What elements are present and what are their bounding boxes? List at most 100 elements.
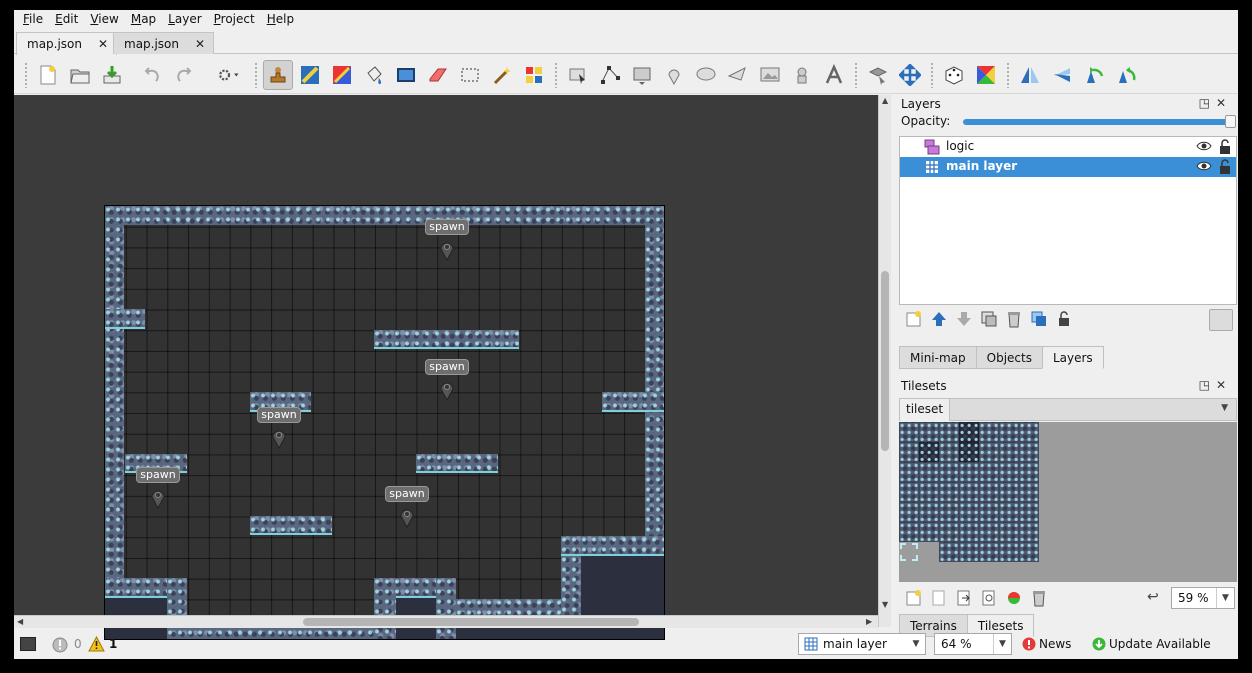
magic-wand-icon[interactable] bbox=[487, 60, 517, 90]
layer-row-logic[interactable]: logic bbox=[900, 137, 1236, 157]
dynamic-wrapping-icon[interactable]: ↩ bbox=[1147, 589, 1159, 605]
tileset-tile[interactable] bbox=[939, 482, 959, 502]
update-available-button[interactable]: Update Available bbox=[1109, 637, 1211, 651]
chevron-down-icon[interactable]: ▼ bbox=[993, 634, 1011, 654]
tileset-tile[interactable] bbox=[979, 422, 999, 442]
tileset-tile[interactable] bbox=[999, 442, 1019, 462]
toolbar-grip[interactable] bbox=[930, 61, 934, 88]
scroll-left-icon[interactable]: ◀ bbox=[17, 617, 23, 626]
tileset-tile[interactable] bbox=[919, 442, 939, 462]
spawn-object[interactable]: spawn bbox=[136, 467, 180, 513]
tileset-tile[interactable] bbox=[999, 422, 1019, 442]
tileset-tile[interactable] bbox=[959, 502, 979, 522]
scroll-thumb[interactable] bbox=[303, 618, 639, 626]
tileset-tile[interactable] bbox=[939, 502, 959, 522]
eye-icon[interactable] bbox=[1196, 160, 1212, 172]
tileset-tile[interactable] bbox=[979, 442, 999, 462]
insert-point-icon[interactable] bbox=[659, 60, 689, 90]
tileset-tile[interactable] bbox=[899, 482, 919, 502]
menu-view[interactable]: View bbox=[84, 10, 124, 30]
tileset-tile[interactable] bbox=[959, 522, 979, 542]
layer-select-icon[interactable] bbox=[863, 60, 893, 90]
console-icon[interactable] bbox=[20, 637, 36, 651]
tileset-tile[interactable] bbox=[999, 522, 1019, 542]
tileset-tile[interactable] bbox=[999, 482, 1019, 502]
tileset-tile[interactable] bbox=[959, 422, 979, 442]
wang-brush-icon[interactable] bbox=[327, 60, 357, 90]
menu-help[interactable]: Help bbox=[261, 10, 300, 30]
tileset-view[interactable] bbox=[899, 422, 1237, 582]
tileset-properties-icon[interactable] bbox=[976, 587, 1001, 609]
lock-icon[interactable] bbox=[1218, 139, 1232, 155]
close-icon[interactable]: ✕ bbox=[195, 37, 205, 51]
news-button[interactable]: News bbox=[1039, 637, 1071, 651]
bucket-fill-icon[interactable] bbox=[359, 60, 389, 90]
lock-icon[interactable] bbox=[1218, 159, 1232, 175]
float-icon[interactable]: ◳ bbox=[1199, 378, 1216, 392]
spawn-object[interactable]: spawn bbox=[385, 486, 429, 532]
flip-horizontal-icon[interactable] bbox=[1015, 60, 1045, 90]
tileset-tile[interactable] bbox=[999, 502, 1019, 522]
insert-rectangle-icon[interactable] bbox=[627, 60, 657, 90]
close-icon[interactable]: ✕ bbox=[98, 37, 108, 51]
close-icon[interactable]: ✕ bbox=[1216, 96, 1232, 110]
edit-terrain-icon[interactable] bbox=[1001, 587, 1026, 609]
zoom-combo[interactable]: 64 % ▼ bbox=[934, 633, 1012, 655]
tab-layers[interactable]: Layers bbox=[1041, 346, 1104, 369]
menu-layer[interactable]: Layer bbox=[162, 10, 207, 30]
insert-template-icon[interactable] bbox=[787, 60, 817, 90]
insert-text-icon[interactable] bbox=[819, 60, 849, 90]
tileset-tile[interactable] bbox=[959, 462, 979, 482]
tileset-tile[interactable] bbox=[979, 482, 999, 502]
delete-layer-icon[interactable] bbox=[1001, 308, 1026, 330]
rotate-right-icon[interactable] bbox=[1111, 60, 1141, 90]
tileset-tile[interactable] bbox=[939, 442, 959, 462]
stamp-brush-icon[interactable] bbox=[263, 59, 293, 90]
tileset-tile[interactable] bbox=[939, 462, 959, 482]
layer-offset-icon[interactable] bbox=[895, 60, 925, 90]
select-objects-icon[interactable] bbox=[563, 60, 593, 90]
scroll-up-icon[interactable]: ▲ bbox=[882, 96, 888, 105]
vertical-scrollbar[interactable]: ▲ ▼ bbox=[878, 95, 891, 627]
tab-tileset[interactable]: tileset bbox=[900, 399, 950, 421]
insert-polygon-icon[interactable] bbox=[723, 60, 753, 90]
tileset-tile[interactable] bbox=[899, 422, 919, 442]
show-hide-others-icon[interactable] bbox=[1026, 308, 1051, 330]
duplicate-layer-icon[interactable] bbox=[976, 308, 1001, 330]
spawn-object[interactable]: spawn bbox=[257, 407, 301, 453]
tileset-tile[interactable] bbox=[919, 502, 939, 522]
insert-ellipse-icon[interactable] bbox=[691, 60, 721, 90]
redo-icon[interactable] bbox=[169, 60, 199, 90]
toolbar-grip[interactable] bbox=[24, 61, 28, 88]
tileset-tile[interactable] bbox=[919, 522, 939, 542]
chevron-down-icon[interactable]: ▼ bbox=[1221, 403, 1228, 413]
open-icon[interactable] bbox=[65, 60, 95, 90]
highlight-layer-button[interactable] bbox=[1209, 309, 1233, 331]
toolbar-grip[interactable] bbox=[1006, 61, 1010, 88]
lock-unlock-others-icon[interactable] bbox=[1051, 308, 1076, 330]
shape-fill-icon[interactable] bbox=[391, 60, 421, 90]
opacity-slider-handle[interactable] bbox=[1225, 115, 1236, 128]
tileset-tile[interactable] bbox=[939, 422, 959, 442]
toolbar-grip[interactable] bbox=[554, 61, 558, 88]
tileset-tile[interactable] bbox=[899, 522, 919, 542]
new-tileset-icon[interactable] bbox=[901, 587, 926, 609]
tile-map[interactable]: spawn spawn spawn spawn spawn bbox=[104, 205, 665, 640]
error-icon[interactable] bbox=[52, 637, 68, 653]
tab-objects[interactable]: Objects bbox=[975, 346, 1043, 369]
rotate-left-icon[interactable] bbox=[1079, 60, 1109, 90]
tab-map-json-1[interactable]: map.json ✕ bbox=[16, 32, 118, 55]
tileset-tile[interactable] bbox=[979, 522, 999, 542]
embed-tileset-icon[interactable] bbox=[926, 587, 951, 609]
spawn-object[interactable]: spawn bbox=[425, 359, 469, 405]
tileset-tile[interactable] bbox=[919, 422, 939, 442]
insert-tile-icon[interactable] bbox=[755, 60, 785, 90]
wang-fill-icon[interactable] bbox=[971, 60, 1001, 90]
tileset-tile[interactable] bbox=[1019, 542, 1039, 562]
tileset-tile[interactable] bbox=[1019, 482, 1039, 502]
tab-map-json-2[interactable]: map.json ✕ bbox=[113, 32, 215, 54]
menu-edit[interactable]: Edit bbox=[49, 10, 84, 30]
tileset-tile[interactable] bbox=[919, 462, 939, 482]
opacity-slider[interactable] bbox=[963, 119, 1233, 125]
tileset-tile[interactable] bbox=[899, 442, 919, 462]
